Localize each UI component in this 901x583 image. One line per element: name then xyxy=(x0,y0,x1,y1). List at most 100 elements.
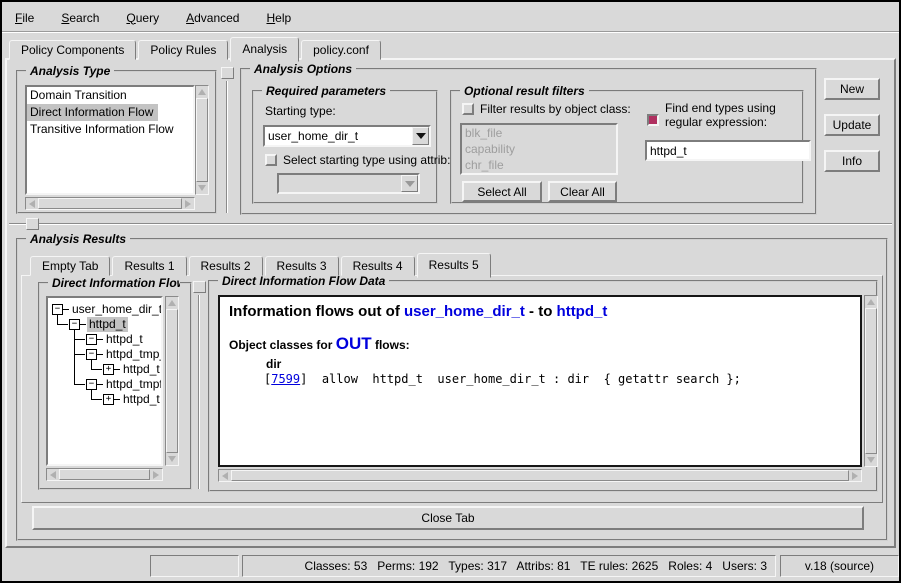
new-button[interactable]: New xyxy=(824,78,880,100)
analysis-type-item-transitive-information-flow[interactable]: Transitive Information Flow xyxy=(27,121,193,138)
menu-query[interactable]: Query xyxy=(121,9,164,27)
attrib-dropdown-icon[interactable] xyxy=(401,175,418,192)
object-class-item-capability[interactable]: capability xyxy=(462,141,616,157)
clear-all-button[interactable]: Clear All xyxy=(548,181,617,202)
scroll-left-icon[interactable] xyxy=(50,471,56,479)
results-tab-results-5[interactable]: Results 5 xyxy=(417,253,491,278)
tree-connector-line xyxy=(75,384,85,385)
tree-expander-collapse-icon[interactable]: − xyxy=(69,319,80,330)
scroll-thumb[interactable] xyxy=(865,308,877,454)
tree-expander-expand-icon[interactable]: + xyxy=(103,394,114,405)
menu-file[interactable]: File xyxy=(10,9,39,27)
tree-connector-line xyxy=(97,339,103,340)
rule-id-link[interactable]: 7599 xyxy=(271,372,300,386)
pane-sash-handle-2[interactable] xyxy=(26,218,39,230)
required-parameters-frame: Required parameters Starting type: Selec… xyxy=(252,90,438,204)
analysis-type-listbox[interactable]: Domain TransitionDirect Information Flow… xyxy=(25,85,195,195)
filter-object-class-label: Filter results by object class: xyxy=(480,102,631,116)
flow-tree-hscrollbar[interactable] xyxy=(46,468,163,481)
tree-connector-line xyxy=(80,324,86,325)
flow-tree[interactable]: −user_home_dir_t−httpd_t−httpd_t−httpd_t… xyxy=(46,296,163,466)
pane-sash-handle-3[interactable] xyxy=(193,281,206,293)
scroll-thumb[interactable] xyxy=(59,469,150,480)
tree-node-httpd-t[interactable]: httpd_t xyxy=(121,362,162,377)
update-button[interactable]: Update xyxy=(824,114,880,136)
menu-advanced[interactable]: Advanced xyxy=(181,9,244,27)
regex-checkbox[interactable] xyxy=(647,114,659,126)
menu-search[interactable]: Search xyxy=(56,9,104,27)
object-class-listbox[interactable]: blk_filecapabilitychr_file xyxy=(460,123,618,175)
status-version-text: v.18 (source) xyxy=(805,559,874,573)
tree-node-httpd-tmpfs-t[interactable]: httpd_tmpfs_t xyxy=(104,377,163,392)
scroll-down-icon[interactable] xyxy=(198,185,206,191)
analysis-type-item-direct-information-flow[interactable]: Direct Information Flow xyxy=(27,104,158,121)
flow-tree-title: Direct Information Flow T xyxy=(48,276,180,290)
scroll-left-icon[interactable] xyxy=(29,200,35,208)
tab-policy-components[interactable]: Policy Components xyxy=(9,40,136,60)
object-class-item-chr-file[interactable]: chr_file xyxy=(462,157,616,173)
results-tab-results-3[interactable]: Results 3 xyxy=(265,256,339,276)
pane-sash-handle-1[interactable] xyxy=(221,67,234,79)
scroll-thumb[interactable] xyxy=(166,309,178,453)
scroll-left-icon[interactable] xyxy=(222,472,228,480)
starting-type-dropdown-icon[interactable] xyxy=(412,127,429,145)
results-tab-content: Direct Information Flow T −user_home_dir… xyxy=(21,275,883,503)
tree-node-httpd-t[interactable]: httpd_t xyxy=(104,332,145,347)
attrib-input[interactable] xyxy=(279,175,401,192)
tree-node-httpd-tmp-t[interactable]: httpd_tmp_t xyxy=(104,347,163,362)
tab-policy-rules[interactable]: Policy Rules xyxy=(138,40,228,60)
info-button[interactable]: Info xyxy=(824,150,880,172)
pane-sash-line-3[interactable] xyxy=(198,295,200,489)
tree-connector-line xyxy=(114,369,120,370)
tree-node-httpd-t[interactable]: httpd_t xyxy=(121,392,162,407)
tree-connector-line xyxy=(97,354,103,355)
scroll-thumb[interactable] xyxy=(196,98,208,182)
status-stats-text: Classes: 53 Perms: 192 Types: 317 Attrib… xyxy=(305,559,767,573)
analysis-type-hscrollbar[interactable] xyxy=(25,197,195,210)
scroll-down-icon[interactable] xyxy=(867,457,875,463)
scroll-right-icon[interactable] xyxy=(153,471,159,479)
flow-data-frame: Direct Information Flow Data Information… xyxy=(208,280,878,492)
pane-sash-line-1[interactable] xyxy=(226,81,228,213)
main-panel: Analysis Type Domain TransitionDirect In… xyxy=(5,58,896,548)
flow-data-text[interactable]: Information flows out of user_home_dir_t… xyxy=(218,295,862,467)
attrib-checkbox[interactable] xyxy=(265,154,277,166)
scroll-thumb[interactable] xyxy=(38,198,182,209)
tree-expander-collapse-icon[interactable]: − xyxy=(86,334,97,345)
pane-sash-line-2[interactable] xyxy=(9,223,892,225)
scroll-up-icon[interactable] xyxy=(867,299,875,305)
tree-connector-line xyxy=(114,399,120,400)
regex-input[interactable] xyxy=(647,142,809,159)
tree-node-httpd-t[interactable]: httpd_t xyxy=(87,317,128,332)
select-all-button[interactable]: Select All xyxy=(462,181,542,202)
results-tab-results-2[interactable]: Results 2 xyxy=(189,256,263,276)
status-empty-panel xyxy=(150,555,239,577)
flow-data-hscrollbar[interactable] xyxy=(218,469,862,482)
close-tab-button[interactable]: Close Tab xyxy=(32,506,864,530)
tree-expander-collapse-icon[interactable]: − xyxy=(86,379,97,390)
scroll-down-icon[interactable] xyxy=(168,456,176,462)
analysis-type-item-domain-transition[interactable]: Domain Transition xyxy=(27,87,193,104)
tree-expander-expand-icon[interactable]: + xyxy=(103,364,114,375)
analysis-type-vscrollbar[interactable] xyxy=(195,85,209,195)
tree-expander-collapse-icon[interactable]: − xyxy=(86,349,97,360)
results-tab-results-1[interactable]: Results 1 xyxy=(112,256,186,276)
starting-type-input[interactable] xyxy=(265,127,412,145)
flow-data-vscrollbar[interactable] xyxy=(864,295,878,467)
object-class-item-blk-file[interactable]: blk_file xyxy=(462,125,616,141)
scroll-thumb[interactable] xyxy=(231,470,849,481)
menu-help[interactable]: Help xyxy=(261,9,296,27)
scroll-up-icon[interactable] xyxy=(168,300,176,306)
filter-object-class-checkbox[interactable] xyxy=(462,103,474,115)
tree-node-user-home-dir-t[interactable]: user_home_dir_t xyxy=(70,302,163,317)
tab-policy-conf[interactable]: policy.conf xyxy=(301,40,381,60)
scroll-right-icon[interactable] xyxy=(185,200,191,208)
results-tabbar: Empty TabResults 1Results 2Results 3Resu… xyxy=(30,248,493,276)
scroll-up-icon[interactable] xyxy=(198,89,206,95)
scroll-right-icon[interactable] xyxy=(852,472,858,480)
tree-expander-collapse-icon[interactable]: − xyxy=(52,304,63,315)
flow-tree-vscrollbar[interactable] xyxy=(165,296,179,466)
results-tab-results-4[interactable]: Results 4 xyxy=(341,256,415,276)
results-tab-empty-tab[interactable]: Empty Tab xyxy=(30,256,110,276)
tab-analysis[interactable]: Analysis xyxy=(230,37,299,62)
